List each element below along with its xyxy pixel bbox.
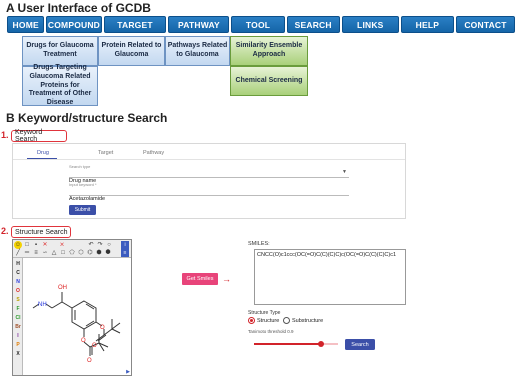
structure-radio[interactable] — [248, 317, 255, 324]
tanimoto-slider-fill — [254, 343, 322, 345]
submenu-chemical-screening[interactable]: Chemical Screening — [230, 66, 308, 96]
delete-bond-icon[interactable]: ⨯ — [58, 241, 66, 249]
tanimoto-value: 0.9 — [287, 329, 294, 334]
redo-icon[interactable]: ↷ — [96, 241, 104, 249]
nav-tool[interactable]: TOOL — [231, 16, 285, 33]
mol-label-o4: O — [87, 358, 92, 364]
tab-target[interactable]: Target — [98, 150, 113, 156]
zoom-icon[interactable]: ○ — [105, 241, 113, 249]
arrow-right-icon: → — [222, 274, 231, 284]
single-bond-icon[interactable]: ╱ — [14, 249, 22, 257]
tanimoto-label: Tanimoto threshold 0.9 — [248, 329, 294, 334]
substructure-radio-label: Substructure — [292, 318, 324, 324]
element-f[interactable]: F — [14, 306, 22, 312]
substructure-radio[interactable] — [283, 317, 290, 324]
search-button[interactable]: Search — [345, 339, 375, 350]
submenu-protein-glaucoma[interactable]: Protein Related to Glaucoma — [98, 36, 165, 66]
chevron-down-icon: ▼ — [342, 169, 347, 175]
triple-bond-icon[interactable]: ≡ — [32, 249, 40, 257]
nav-links[interactable]: LINKS — [341, 16, 399, 33]
pentagon-icon[interactable]: ⬠ — [68, 249, 76, 257]
tanimoto-label-text: Tanimoto threshold — [248, 329, 287, 334]
element-cl[interactable]: Cl — [14, 315, 22, 321]
structure-editor[interactable]: ☺ □ ▪ ✕ ⨯ ↶ ↷ ○ i ╱ ═ ≡ ∽ △ □ ⬠ ⬡ ⌬ ⬢ ⯃ … — [12, 239, 132, 376]
nav-pathway[interactable]: PATHWAY — [168, 16, 230, 33]
new-icon[interactable]: ▪ — [32, 241, 40, 249]
double-bond-icon[interactable]: ═ — [23, 249, 31, 257]
element-x[interactable]: X — [14, 351, 22, 357]
smiley-icon[interactable]: ☺ — [14, 241, 22, 249]
element-p[interactable]: P — [14, 342, 22, 348]
tab-pathway[interactable]: Pathway — [143, 150, 164, 156]
triangle-icon[interactable]: △ — [50, 249, 58, 257]
chain-icon[interactable]: ∽ — [41, 249, 49, 257]
element-n[interactable]: N — [14, 279, 22, 285]
mol-label-o1: O — [100, 325, 105, 331]
hexagon-icon[interactable]: ⬡ — [77, 249, 85, 257]
octagon-icon[interactable]: ⯃ — [104, 249, 112, 257]
get-smiles-button[interactable]: Get Smiles — [182, 273, 218, 285]
structure-radio-dot — [250, 319, 253, 322]
element-s[interactable]: S — [14, 297, 22, 303]
benzene-icon[interactable]: ⌬ — [86, 249, 94, 257]
molecule-drawing[interactable]: OH NH O O O O — [24, 259, 131, 375]
keyword-input-value: Acetazolamide — [69, 196, 106, 202]
submenu-similarity-ensemble[interactable]: Similarity Ensemble Approach — [230, 36, 308, 66]
smiles-label: SMILES: — [248, 241, 270, 247]
mol-label-o3: O — [81, 338, 86, 344]
nav-target[interactable]: TARGET — [103, 16, 167, 33]
submenu-drugs-other-disease[interactable]: Drugs Targeting Glaucoma Related Protein… — [22, 64, 98, 106]
keyword-step-number: 1. — [1, 130, 9, 140]
structure-type-label: Structure Type — [248, 310, 281, 316]
nav-compound[interactable]: COMPOUND — [46, 16, 102, 33]
element-h[interactable]: H — [14, 261, 22, 267]
element-palette: H C N O S F Cl Br I P X — [13, 258, 23, 375]
structure-step-number: 2. — [1, 226, 9, 236]
mol-label-o2: O — [92, 343, 97, 349]
element-c[interactable]: C — [14, 270, 22, 276]
submit-button[interactable]: Submit — [69, 205, 96, 215]
keyword-search-card: Drug Target Pathway Search type Drug nam… — [12, 143, 406, 219]
info-icon[interactable]: i — [121, 241, 129, 249]
nav-bar: HOME COMPOUND TARGET PATHWAY TOOL SEARCH… — [7, 16, 516, 33]
nav-home[interactable]: HOME — [7, 16, 45, 33]
submenu-pathways-glaucoma[interactable]: Pathways Related to Glaucoma — [165, 36, 230, 66]
keyword-search-label: Keyword Search — [11, 129, 67, 143]
section-a-title: A User Interface of GCDB — [6, 1, 151, 15]
smiles-textarea[interactable]: CNCC(O)c1ccc(OC(=O)C(C)(C)C)c(OC(=O)C(C)… — [254, 249, 406, 305]
keyword-input[interactable]: Acetazolamide — [69, 187, 349, 202]
resize-corner-icon[interactable]: ▶ — [126, 369, 130, 375]
search-type-select[interactable]: Drug name ▼ — [69, 169, 349, 184]
structure-radio-label: Structure — [257, 318, 280, 324]
tab-divider — [13, 159, 405, 160]
undo-icon[interactable]: ↶ — [87, 241, 95, 249]
square-icon[interactable]: □ — [59, 249, 67, 257]
nav-contact[interactable]: CONTACT — [455, 16, 516, 33]
element-i[interactable]: I — [14, 333, 22, 339]
submenu-drugs-glaucoma[interactable]: Drugs for Glaucoma Treatment — [22, 36, 98, 66]
nav-help[interactable]: HELP — [400, 16, 454, 33]
mol-label-nh: NH — [38, 302, 47, 308]
element-o[interactable]: O — [14, 288, 22, 294]
editor-toolbar: ☺ □ ▪ ✕ ⨯ ↶ ↷ ○ i ╱ ═ ≡ ∽ △ □ ⬠ ⬡ ⌬ ⬢ ⯃ … — [13, 240, 131, 258]
delete-icon[interactable]: ✕ — [41, 241, 49, 249]
mol-label-oh: OH — [58, 285, 67, 291]
settings-icon[interactable]: ≡ — [121, 249, 129, 257]
nav-search[interactable]: SEARCH — [286, 16, 340, 33]
heptagon-icon[interactable]: ⬢ — [95, 249, 103, 257]
structure-search-label: Structure Search — [11, 226, 71, 238]
section-b-title: B Keyword/structure Search — [6, 111, 168, 125]
element-br[interactable]: Br — [14, 324, 22, 330]
tanimoto-slider-track[interactable] — [254, 341, 338, 347]
tanimoto-slider-thumb[interactable] — [318, 341, 325, 347]
clear-icon[interactable]: □ — [23, 241, 31, 249]
tab-drug[interactable]: Drug — [37, 150, 49, 156]
